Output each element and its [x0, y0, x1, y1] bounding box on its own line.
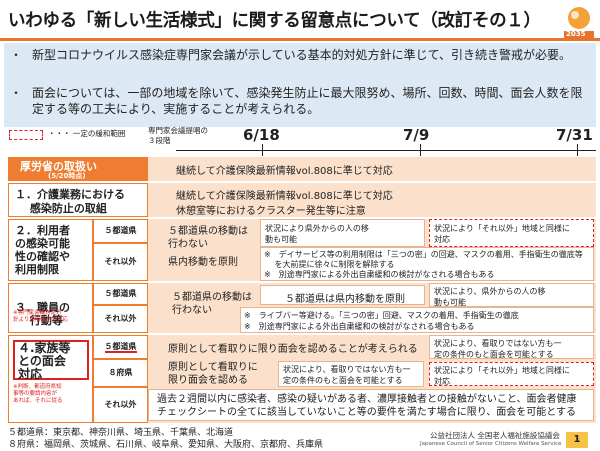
timeline-axis [176, 150, 596, 151]
legend-swatch [9, 130, 43, 140]
region-five-prefectures: ５都道県 [93, 219, 148, 243]
region-eight-prefectures: ８府県 [93, 359, 148, 387]
date-label: 7/31 [556, 126, 593, 144]
section-4-a-text: 原則として看取りに限り面会を認めることが考えられる [168, 344, 418, 355]
section-4-label: ４.家族等 との面会 対応 ※判断、都道府県知 事等の要請内容が あれば、それに… [8, 335, 93, 423]
section-3-notes: ※ ライブバー等避ける。「三つの密」回避、マスクの着用、手指衛生の徹底 ※ 別途… [240, 307, 594, 333]
timeline-tick [420, 144, 421, 156]
section-1-row: 継続して介護保険最新情報vol.808に準じて対応 休憩室等におけるクラスター発… [148, 183, 596, 217]
section-2-box-text: 状況により県外からの人の移 動も可能 [265, 224, 369, 244]
section-4-a-box: 状況により、看取りではない方も一 定の条件のもと面会を可能とする [429, 335, 594, 359]
logo-tag: 2035 [566, 30, 586, 38]
date-label: 7/9 [403, 126, 430, 144]
section-3-right-text: 状況により、県外からの人の移 動も可能 [434, 287, 546, 307]
section-2-a-text: ５都道県の移動は 行わない [168, 226, 248, 250]
region-others: それ以外 [93, 387, 148, 423]
section-3-note: ※専門家会議対処方 針より段階適当で対応 [13, 310, 68, 323]
section-1-line: 休憩室等におけるクラスター発生等に注意 [176, 206, 366, 217]
bullet-marker: ・ [10, 86, 23, 100]
page-number: 1 [566, 432, 588, 448]
section-4-dashed-text: 状況により「それ以外」地域と同様に 対応 [434, 366, 570, 386]
section-3-note: ※ 別途専門家による外出自粛緩和の検討がなされる場合もある [244, 322, 475, 331]
section-2-dashed-text: 状況により「それ以外」地域と同様に 対応 [434, 224, 570, 244]
section-4-b-box-text: 状況により、看取りではない方も一 定の条件のもと面会を可能とする [283, 365, 411, 385]
legend-label: ・・・ 一定の緩和範囲 [48, 129, 126, 138]
section-4-c-text: 過去２週間以内に感染者、感染の疑いがある者、濃厚接触者との接触がないこと、面会者… [157, 394, 577, 418]
section-1-label: １．介護業務における 感染防止の取組 [8, 183, 148, 217]
bullet-marker: ・ [10, 48, 23, 62]
bullet-text: 新型コロナウイルス感染症専門家会議が示している基本的対処方針に準じて、引き続き警… [32, 48, 572, 62]
section-2-box: 状況により県外からの人の移 動も可能 [260, 219, 425, 247]
section-3-mid-text: ５都道県は県内移動を原則 [285, 294, 405, 305]
organization-logo: 2035 [562, 4, 596, 40]
section-1-line: 継続して介護保険最新情報vol.808に準じて対応 [176, 191, 393, 202]
summary-panel: ・ 新型コロナウイルス感染症専門家会議が示している基本的対処方針に準じて、引き続… [4, 43, 596, 127]
section-2-b-text: 県内移動を原則 [168, 257, 238, 268]
mhlw-header-text: 継続して介護保険最新情報vol.808に準じて対応 [176, 166, 393, 177]
region-five-prefectures: ５都道県 [93, 283, 148, 305]
region-others: それ以外 [93, 243, 148, 281]
section-4-b-box: 状況により、看取りではない方も一 定の条件のもと面会を可能とする [278, 361, 424, 387]
section-4-note: ※判断、都道府県知 事等の要請内容が あれば、それに従る [13, 384, 63, 404]
region-others: それ以外 [93, 305, 148, 333]
footer-organization-en: Japanese Council of Senior Citizens Welf… [420, 441, 562, 447]
section-2-notes: ※ デイサービス等の利用制限は「三つの密」の回避、マスクの着用、手指衛生の徹底等… [260, 247, 594, 281]
footnote: ８府県：福岡県、茨城県、石川県、岐阜県、愛知県、大阪府、京都府、兵庫県 [8, 440, 324, 450]
bullet-text: 面会については、一部の地域を除いて、感染発生防止に最大限努め、場所、回数、時間、… [32, 86, 583, 116]
section-2-dashed-box: 状況により「それ以外」地域と同様に 対応 [429, 219, 594, 247]
page-title: いわゆる「新しい生活様式」に関する留意点について（改訂その１） [8, 11, 541, 31]
mhlw-header: 厚労省の取扱い (5/20時点) [8, 157, 148, 181]
expert-stages-note: 専門家会議提唱の ３段階 [148, 126, 208, 145]
title-rule [0, 38, 600, 41]
section-3-mid-box: ５都道県は県内移動を原則 [260, 285, 425, 305]
section-4-label-text: ４.家族等 との面会 対応 [13, 340, 89, 381]
region-five-prefectures-label: ５都道県 [104, 342, 137, 353]
timeline-tick [262, 144, 263, 156]
section-2-note: ※ 別途専門家による外出自粛緩和の検討がなされる場合もある [264, 270, 495, 279]
date-label: 6/18 [243, 126, 280, 144]
section-3-note: ※ ライブバー等避ける。「三つの密」回避、マスクの着用、手指衛生の徹底 [244, 311, 519, 320]
section-4-b-text: 原則として看取りに 限り面会を認める [168, 362, 258, 386]
section-4-dashed-box: 状況により「それ以外」地域と同様に 対応 [429, 362, 594, 386]
region-five-prefectures: ５都道県 [93, 335, 148, 359]
section-3-label: ３．職員の 行動等 ※専門家会議対処方 針より段階適当で対応 [8, 283, 93, 333]
section-4-a-box-text: 状況により、看取りではない方も一 定の条件のもと面会を可能とする [434, 339, 562, 359]
mhlw-header-row: 継続して介護保険最新情報vol.808に準じて対応 [148, 157, 596, 181]
footer-organization: 公益社団法人 全国老人福祉施設協議会 [430, 431, 560, 440]
timeline-tick [577, 144, 578, 156]
section-4-c-box: 過去２週間以内に感染者、感染の疑いがある者、濃厚接触者との接触がないこと、面会者… [148, 389, 594, 421]
section-3-right-box: 状況により、県外からの人の移 動も可能 [429, 283, 594, 307]
section-2-label: ２．利用者 の感染可能 性の確認や 利用制限 [8, 219, 93, 281]
mhlw-header-sub: (5/20時点) [48, 172, 86, 180]
